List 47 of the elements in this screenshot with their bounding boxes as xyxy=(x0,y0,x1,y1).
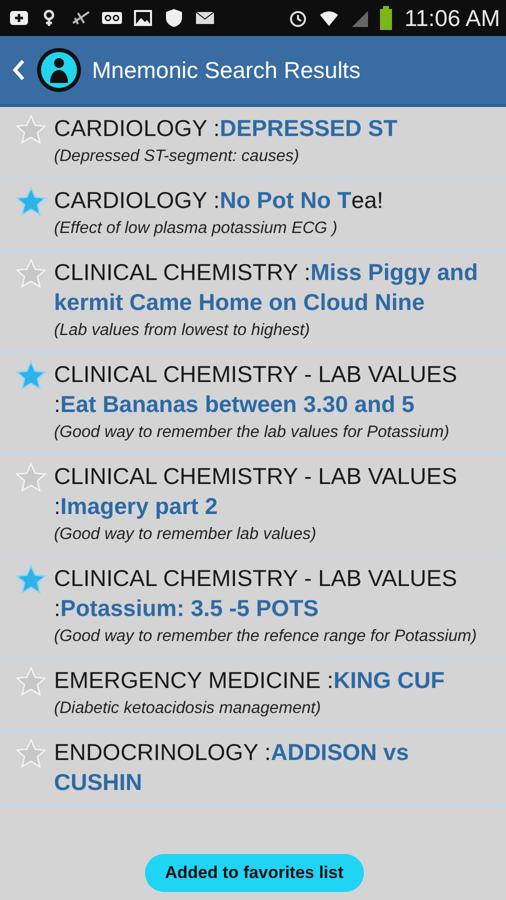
favorite-star-button[interactable] xyxy=(14,257,48,291)
result-row[interactable]: CARDIOLOGY :DEPRESSED ST (Depressed ST-segment: causes) xyxy=(0,107,506,179)
result-row[interactable]: CLINICAL CHEMISTRY - LAB VALUES :Imagery part 2 (Good way to remember lab values) xyxy=(0,455,506,557)
mnemonic-description: (Depressed ST-segment: causes) xyxy=(54,146,300,167)
mnemonic-description: (Good way to remember the refence range for Potassium) xyxy=(54,626,478,647)
result-row[interactable]: CLINICAL CHEMISTRY :Miss Piggy and kermit Came Home on Cloud Nine (Lab values from lowest to highest) xyxy=(0,251,506,353)
star-icon xyxy=(14,359,48,393)
result-row[interactable]: EMERGENCY MEDICINE :KING CUF (Diabetic ketoacidosis management) xyxy=(0,659,506,731)
result-row[interactable]: CLINICAL CHEMISTRY - LAB VALUES :Potassium: 3.5 -5 POTS (Good way to remember the refence range for Potassium) xyxy=(0,557,506,659)
favorite-star-button[interactable] xyxy=(14,737,48,771)
status-time: 11:06 AM xyxy=(404,4,500,32)
mnemonic-description: (Good way to remember lab values) xyxy=(54,524,318,545)
screen-title: Mnemonic Search Results xyxy=(92,56,360,84)
mnemonic-description: (Diabetic ketoacidosis management) xyxy=(54,698,322,719)
mnemonic-heading: CARDIOLOGY :No Pot No Tea! xyxy=(54,186,384,215)
favorite-star-button[interactable] xyxy=(14,461,48,495)
mnemonic-description: (Lab values from lowest to highest) xyxy=(54,320,311,341)
image-icon xyxy=(132,7,154,29)
favorite-star-button[interactable] xyxy=(14,113,48,147)
mnemonic-heading: CLINICAL CHEMISTRY - LAB VALUES :Eat Bananas between 3.30 and 5 xyxy=(54,360,458,419)
mnemonic-heading: ENDOCRINOLOGY :ADDISON vs CUSHIN xyxy=(54,738,410,797)
result-row[interactable]: CARDIOLOGY :No Pot No Tea! (Effect of low plasma potassium ECG ) xyxy=(0,179,506,251)
app-logo-icon xyxy=(36,47,82,93)
star-icon xyxy=(14,665,48,699)
mnemonic-heading: CLINICAL CHEMISTRY - LAB VALUES :Potassium: 3.5 -5 POTS xyxy=(54,564,458,623)
favorite-star-button[interactable] xyxy=(14,185,48,219)
result-row[interactable]: ENDOCRINOLOGY :ADDISON vs CUSHIN xyxy=(0,731,506,806)
mnemonic-heading: CLINICAL CHEMISTRY :Miss Piggy and kermit Came Home on Cloud Nine xyxy=(54,258,479,317)
star-icon xyxy=(14,113,48,147)
shield-icon xyxy=(163,7,185,29)
star-icon xyxy=(14,185,48,219)
mnemonic-description: (Effect of low plasma potassium ECG ) xyxy=(54,218,338,239)
toast-message: Added to favorites list xyxy=(145,854,364,892)
favorite-star-button[interactable] xyxy=(14,563,48,597)
star-icon xyxy=(14,563,48,597)
favorite-star-button[interactable] xyxy=(14,359,48,393)
back-button[interactable] xyxy=(12,58,26,82)
battery-icon xyxy=(380,6,392,30)
favorite-star-button[interactable] xyxy=(14,665,48,699)
star-icon xyxy=(14,461,48,495)
star-icon xyxy=(14,257,48,291)
mnemonic-description: (Good way to remember the lab values for Potassium) xyxy=(54,422,450,443)
mnemonic-heading: CARDIOLOGY :DEPRESSED ST xyxy=(54,114,398,143)
result-row[interactable]: CLINICAL CHEMISTRY - LAB VALUES :Eat Bananas between 3.30 and 5 (Good way to remember the lab values for Potassium) xyxy=(0,353,506,455)
mnemonic-heading: EMERGENCY MEDICINE :KING CUF xyxy=(54,666,445,695)
mnemonic-heading: CLINICAL CHEMISTRY - LAB VALUES :Imagery part 2 xyxy=(54,462,458,521)
star-icon xyxy=(14,737,48,771)
